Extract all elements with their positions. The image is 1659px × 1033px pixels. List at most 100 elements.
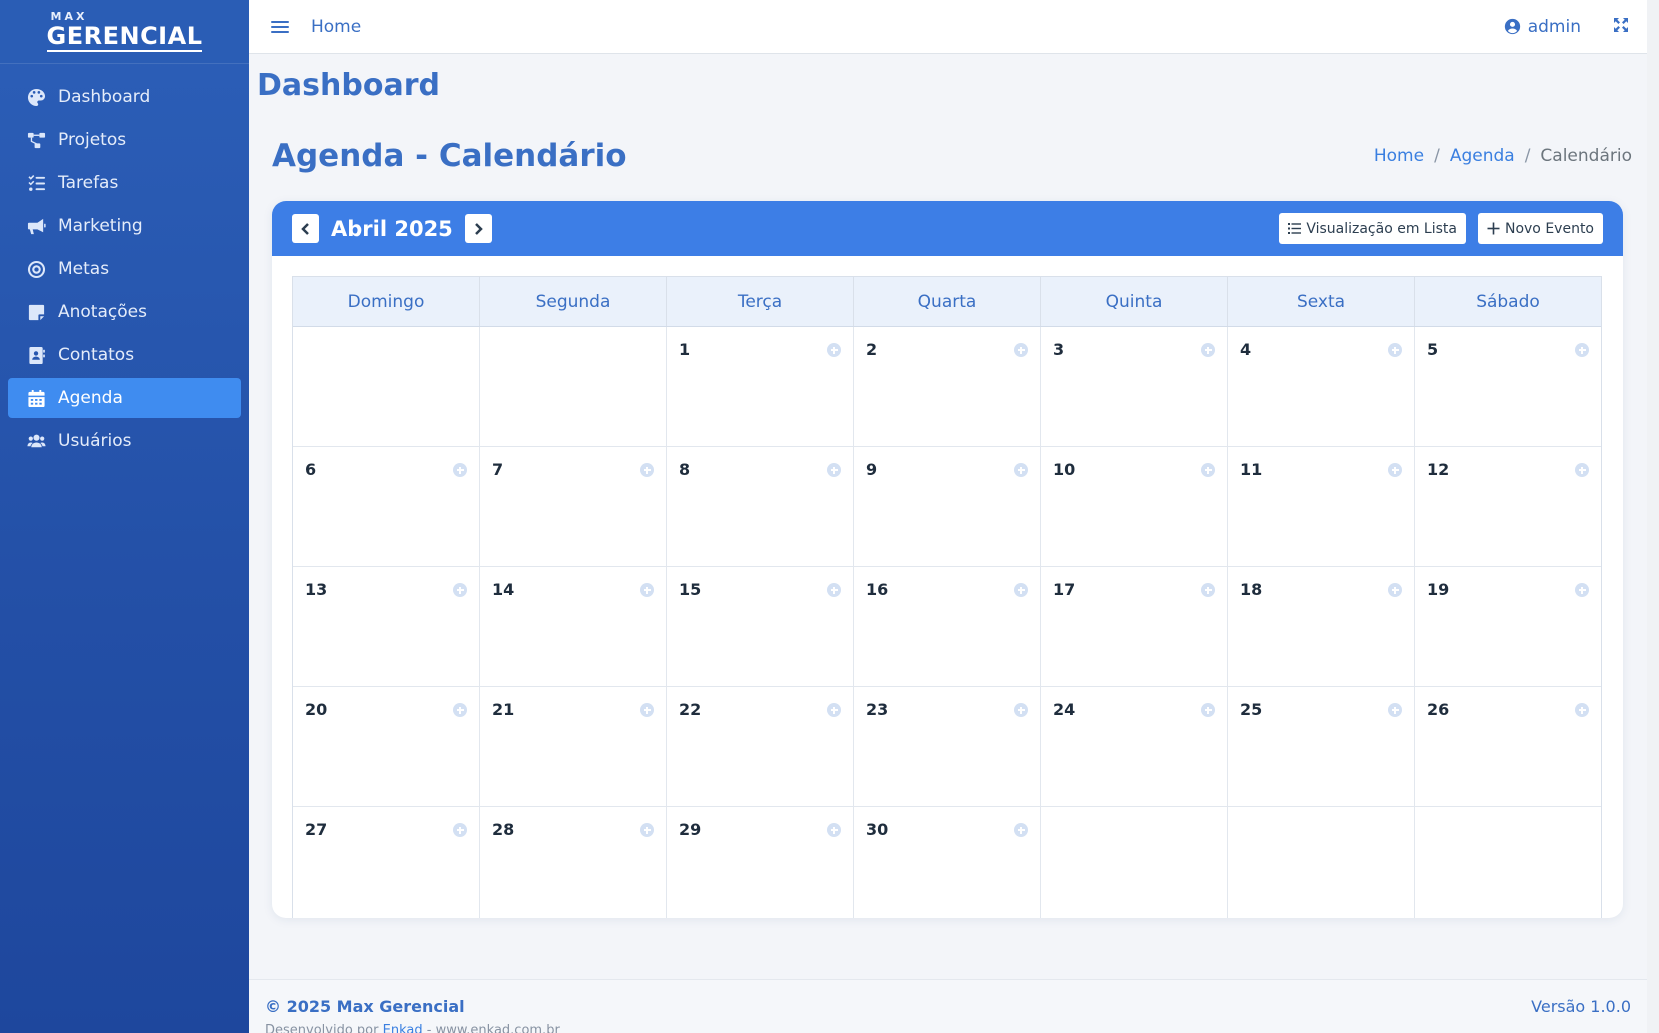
sidebar-item-usuarios[interactable]: Usuários: [8, 421, 241, 461]
add-event-icon[interactable]: [453, 463, 467, 477]
sidebar-item-label: Metas: [58, 259, 110, 279]
calendar-day-cell[interactable]: 12: [1415, 447, 1601, 566]
add-event-icon[interactable]: [1201, 703, 1215, 717]
calendar-day-cell[interactable]: 15: [667, 567, 854, 686]
calendar-day-cell[interactable]: 28: [480, 807, 667, 918]
add-event-icon[interactable]: [1575, 703, 1589, 717]
sidebar-item-dashboard[interactable]: Dashboard: [8, 77, 241, 117]
breadcrumb-agenda[interactable]: Agenda: [1450, 146, 1515, 166]
add-event-icon[interactable]: [1201, 343, 1215, 357]
add-event-icon[interactable]: [1201, 463, 1215, 477]
sidebar-item-tarefas[interactable]: Tarefas: [8, 163, 241, 203]
hamburger-menu-icon[interactable]: [271, 18, 289, 36]
main-content: Dashboard Agenda - Calendário Home / Age…: [249, 54, 1647, 979]
add-event-icon[interactable]: [1014, 823, 1028, 837]
footer-developer-link[interactable]: Enkad: [383, 1023, 423, 1033]
calendar-day-cell[interactable]: 23: [854, 687, 1041, 806]
calendar-day-cell[interactable]: 10: [1041, 447, 1228, 566]
calendar-day-cell[interactable]: 17: [1041, 567, 1228, 686]
sidebar-item-label: Projetos: [58, 130, 127, 150]
add-event-icon[interactable]: [1201, 583, 1215, 597]
calendar-week-row: 6 7 8 9 10 11 12: [293, 447, 1601, 567]
calendar-day-cell[interactable]: 21: [480, 687, 667, 806]
add-event-icon[interactable]: [1388, 343, 1402, 357]
next-month-button[interactable]: [464, 214, 492, 243]
add-event-icon[interactable]: [1014, 703, 1028, 717]
chevron-right-icon: [475, 222, 484, 235]
tasks-icon: [26, 173, 46, 193]
sidebar-item-agenda[interactable]: Agenda: [8, 378, 241, 418]
calendar-day-cell[interactable]: 8: [667, 447, 854, 566]
brand-big-text: GERENCIAL: [46, 22, 203, 52]
calendar-day-cell[interactable]: 24: [1041, 687, 1228, 806]
page-scrollbar[interactable]: [1647, 0, 1659, 1033]
list-view-button[interactable]: Visualização em Lista: [1279, 213, 1466, 244]
calendar-day-cell[interactable]: 27: [293, 807, 480, 918]
add-event-icon[interactable]: [640, 463, 654, 477]
calendar-day-cell[interactable]: 3: [1041, 327, 1228, 446]
sidebar-item-label: Anotações: [58, 302, 147, 322]
calendar-day-cell[interactable]: 20: [293, 687, 480, 806]
add-event-icon[interactable]: [1575, 463, 1589, 477]
add-event-icon[interactable]: [453, 703, 467, 717]
calendar-day-cell[interactable]: 19: [1415, 567, 1601, 686]
calendar-day-cell[interactable]: 2: [854, 327, 1041, 446]
add-event-icon[interactable]: [1014, 583, 1028, 597]
top-home-link[interactable]: Home: [311, 17, 361, 37]
breadcrumb-home[interactable]: Home: [1374, 146, 1424, 166]
calendar-day-cell[interactable]: 16: [854, 567, 1041, 686]
brand-logo[interactable]: MAX GERENCIAL: [0, 0, 249, 64]
sidebar-item-marketing[interactable]: Marketing: [8, 206, 241, 246]
footer-developed-by: Desenvolvido por: [265, 1023, 379, 1033]
add-event-icon[interactable]: [640, 583, 654, 597]
calendar-day-cell[interactable]: 25: [1228, 687, 1415, 806]
sidebar-item-contatos[interactable]: Contatos: [8, 335, 241, 375]
calendar-day-cell[interactable]: 22: [667, 687, 854, 806]
add-event-icon[interactable]: [640, 823, 654, 837]
add-event-icon[interactable]: [453, 583, 467, 597]
calendar-day-cell[interactable]: 30: [854, 807, 1041, 918]
weekday-header: Domingo: [293, 277, 480, 326]
calendar-day-cell[interactable]: 5: [1415, 327, 1601, 446]
calendar-day-cell[interactable]: 9: [854, 447, 1041, 566]
calendar-day-cell[interactable]: 29: [667, 807, 854, 918]
calendar-day-cell[interactable]: 26: [1415, 687, 1601, 806]
calendar-day-number: 10: [1053, 460, 1076, 479]
user-menu[interactable]: admin: [1504, 17, 1581, 37]
sidebar-item-metas[interactable]: Metas: [8, 249, 241, 289]
calendar-day-number: 27: [305, 820, 328, 839]
calendar-day-cell[interactable]: 11: [1228, 447, 1415, 566]
add-event-icon[interactable]: [1388, 583, 1402, 597]
add-event-icon[interactable]: [453, 823, 467, 837]
palette-icon: [26, 87, 46, 107]
add-event-icon[interactable]: [1388, 463, 1402, 477]
add-event-icon[interactable]: [827, 583, 841, 597]
add-event-icon[interactable]: [827, 703, 841, 717]
sidebar-item-label: Contatos: [58, 345, 135, 365]
calendar-day-cell[interactable]: 4: [1228, 327, 1415, 446]
calendar-day-cell[interactable]: 7: [480, 447, 667, 566]
fullscreen-icon[interactable]: [1613, 17, 1629, 37]
sidebar-item-anotacoes[interactable]: Anotações: [8, 292, 241, 332]
calendar-day-cell[interactable]: 6: [293, 447, 480, 566]
calendar-day-cell[interactable]: 13: [293, 567, 480, 686]
calendar-empty-cell: [1415, 807, 1601, 918]
sidebar-item-label: Dashboard: [58, 87, 151, 107]
sidebar-item-projetos[interactable]: Projetos: [8, 120, 241, 160]
add-event-icon[interactable]: [1388, 703, 1402, 717]
calendar-day-cell[interactable]: 18: [1228, 567, 1415, 686]
add-event-icon[interactable]: [640, 703, 654, 717]
add-event-icon[interactable]: [1014, 463, 1028, 477]
add-event-icon[interactable]: [827, 463, 841, 477]
add-event-icon[interactable]: [1014, 343, 1028, 357]
breadcrumb: Home / Agenda / Calendário: [1374, 146, 1632, 166]
add-event-icon[interactable]: [1575, 343, 1589, 357]
footer-version: Versão 1.0.0: [1531, 997, 1631, 1016]
calendar-day-cell[interactable]: 14: [480, 567, 667, 686]
calendar-day-cell[interactable]: 1: [667, 327, 854, 446]
add-event-icon[interactable]: [827, 343, 841, 357]
prev-month-button[interactable]: [292, 214, 319, 243]
add-event-icon[interactable]: [1575, 583, 1589, 597]
new-event-button[interactable]: Novo Evento: [1477, 213, 1603, 244]
add-event-icon[interactable]: [827, 823, 841, 837]
